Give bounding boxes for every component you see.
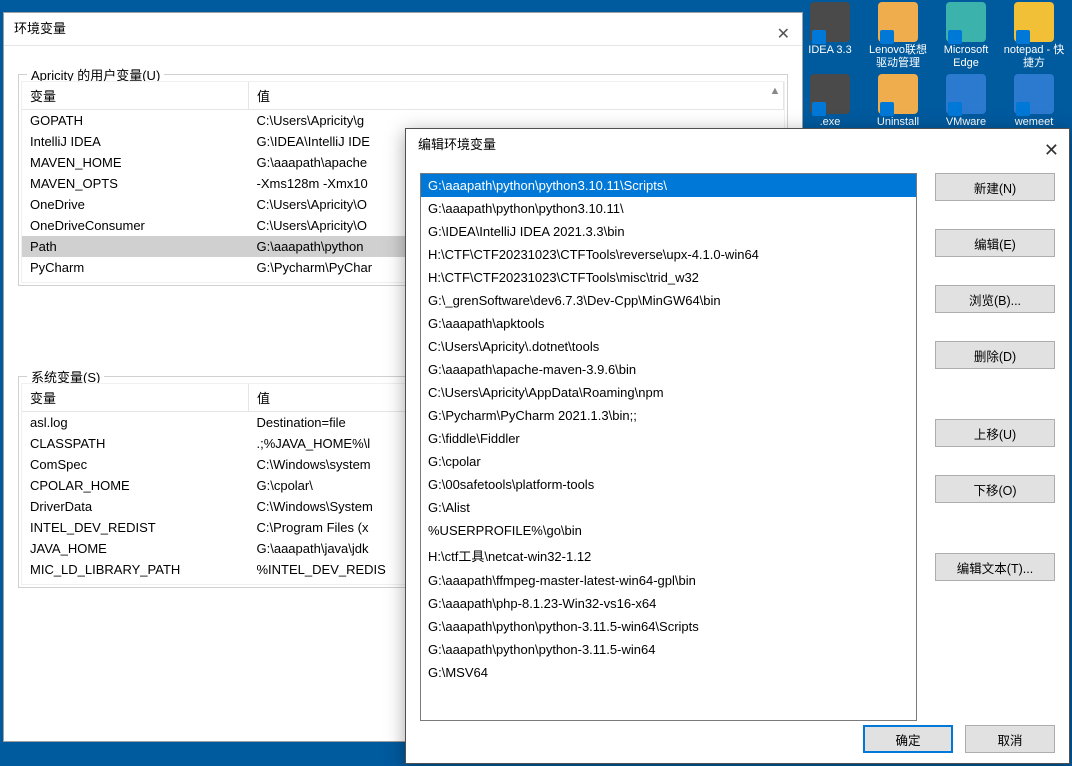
- list-item[interactable]: G:\cpolar: [421, 450, 916, 473]
- var-name: MAVEN_HOME: [22, 152, 249, 173]
- var-name: JAVA_HOME: [22, 538, 249, 559]
- list-item[interactable]: G:\fiddle\Fiddler: [421, 427, 916, 450]
- column-header-value[interactable]: 值: [249, 82, 784, 110]
- desktop-icon[interactable]: IDEA 3.3: [798, 2, 862, 70]
- delete-button[interactable]: 删除(D): [935, 341, 1055, 369]
- list-item[interactable]: G:\_grenSoftware\dev6.7.3\Dev-Cpp\MinGW6…: [421, 289, 916, 312]
- var-name: OneDriveConsumer: [22, 215, 249, 236]
- path-list[interactable]: G:\aaapath\python\python3.10.11\Scripts\…: [420, 173, 917, 721]
- app-icon: [878, 2, 918, 42]
- list-item[interactable]: H:\ctf工具\netcat-win32-1.12: [421, 542, 916, 569]
- list-item[interactable]: G:\aaapath\python\python-3.11.5-win64: [421, 638, 916, 661]
- var-name: MIC_LD_LIBRARY_PATH: [22, 559, 249, 580]
- var-name: OneDrive: [22, 194, 249, 215]
- desktop-icon-label: IDEA 3.3: [798, 44, 862, 57]
- desktop-icon[interactable]: VMware: [934, 74, 998, 129]
- desktop-icon[interactable]: Lenovo联想驱动管理: [866, 2, 930, 70]
- var-name: CLASSPATH: [22, 433, 249, 454]
- env-dialog-titlebar[interactable]: 环境变量 ✕: [4, 13, 802, 46]
- browse-button[interactable]: 浏览(B)...: [935, 285, 1055, 313]
- app-icon: [878, 74, 918, 114]
- var-name: Path: [22, 236, 249, 257]
- ok-button[interactable]: 确定: [863, 725, 953, 753]
- app-icon: [946, 2, 986, 42]
- close-icon[interactable]: ✕: [1044, 134, 1059, 166]
- list-item[interactable]: H:\CTF\CTF20231023\CTFTools\reverse\upx-…: [421, 243, 916, 266]
- list-item[interactable]: %USERPROFILE%\go\bin: [421, 519, 916, 542]
- close-icon[interactable]: ✕: [777, 19, 790, 51]
- app-icon: [810, 2, 850, 42]
- list-item[interactable]: G:\aaapath\php-8.1.23-Win32-vs16-x64: [421, 592, 916, 615]
- scroll-up-icon[interactable]: ▲: [768, 84, 782, 98]
- list-item[interactable]: H:\CTF\CTF20231023\CTFTools\misc\trid_w3…: [421, 266, 916, 289]
- list-item[interactable]: G:\00safetools\platform-tools: [421, 473, 916, 496]
- edit-environment-variable-dialog: 编辑环境变量 ✕ G:\aaapath\python\python3.10.11…: [405, 128, 1070, 764]
- move-down-button[interactable]: 下移(O): [935, 475, 1055, 503]
- desktop-icon[interactable]: .exe: [798, 74, 862, 129]
- desktop-icon-label: Lenovo联想驱动管理: [866, 44, 930, 70]
- var-name: IntelliJ IDEA: [22, 131, 249, 152]
- list-item[interactable]: G:\aaapath\apktools: [421, 312, 916, 335]
- edit-button[interactable]: 编辑(E): [935, 229, 1055, 257]
- desktop-icon[interactable]: wemeet: [1002, 74, 1066, 129]
- env-dialog-title: 环境变量: [14, 21, 66, 36]
- desktop-icon-label: notepad - 快捷方: [1002, 44, 1066, 70]
- list-item[interactable]: G:\aaapath\ffmpeg-master-latest-win64-gp…: [421, 569, 916, 592]
- desktop-icon[interactable]: Uninstall: [866, 74, 930, 129]
- list-item[interactable]: G:\aaapath\python\python-3.11.5-win64\Sc…: [421, 615, 916, 638]
- list-item[interactable]: C:\Users\Apricity\.dotnet\tools: [421, 335, 916, 358]
- var-name: MAVEN_OPTS: [22, 173, 249, 194]
- edit-dialog-titlebar[interactable]: 编辑环境变量 ✕: [406, 129, 1069, 161]
- app-icon: [1014, 74, 1054, 114]
- list-item[interactable]: C:\Users\Apricity\AppData\Roaming\npm: [421, 381, 916, 404]
- list-item[interactable]: G:\aaapath\apache-maven-3.9.6\bin: [421, 358, 916, 381]
- app-icon: [810, 74, 850, 114]
- column-header-variable[interactable]: 变量: [22, 82, 249, 110]
- move-up-button[interactable]: 上移(U): [935, 419, 1055, 447]
- var-name: ComSpec: [22, 454, 249, 475]
- app-icon: [1014, 2, 1054, 42]
- new-button[interactable]: 新建(N): [935, 173, 1055, 201]
- desktop-icons-area: IDEA 3.3 Lenovo联想驱动管理Microsoft Edgenotepa…: [782, 0, 1072, 130]
- edit-dialog-title: 编辑环境变量: [418, 137, 496, 152]
- var-name: INTEL_DEV_REDIST: [22, 517, 249, 538]
- var-name: PyCharm: [22, 257, 249, 278]
- var-name: DriverData: [22, 496, 249, 517]
- list-item[interactable]: G:\IDEA\IntelliJ IDEA 2021.3.3\bin: [421, 220, 916, 243]
- desktop-icon[interactable]: notepad - 快捷方: [1002, 2, 1066, 70]
- desktop-icon[interactable]: Microsoft Edge: [934, 2, 998, 70]
- list-item[interactable]: G:\aaapath\python\python3.10.11\: [421, 197, 916, 220]
- list-item[interactable]: G:\Pycharm\PyCharm 2021.1.3\bin;;: [421, 404, 916, 427]
- edit-text-button[interactable]: 编辑文本(T)...: [935, 553, 1055, 581]
- var-name: CPOLAR_HOME: [22, 475, 249, 496]
- var-name: asl.log: [22, 412, 249, 434]
- var-name: GOPATH: [22, 110, 249, 132]
- buttons-column: 新建(N) 编辑(E) 浏览(B)... 删除(D) 上移(U) 下移(O) 编…: [935, 173, 1055, 719]
- desktop-icon-label: Microsoft Edge: [934, 44, 998, 70]
- column-header-variable[interactable]: 变量: [22, 384, 249, 412]
- app-icon: [946, 74, 986, 114]
- list-item[interactable]: G:\aaapath\python\python3.10.11\Scripts\: [421, 174, 916, 197]
- list-item[interactable]: G:\MSV64: [421, 661, 916, 684]
- cancel-button[interactable]: 取消: [965, 725, 1055, 753]
- list-item[interactable]: G:\Alist: [421, 496, 916, 519]
- desktop-background: IDEA 3.3 Lenovo联想驱动管理Microsoft Edgenotepa…: [0, 0, 1072, 766]
